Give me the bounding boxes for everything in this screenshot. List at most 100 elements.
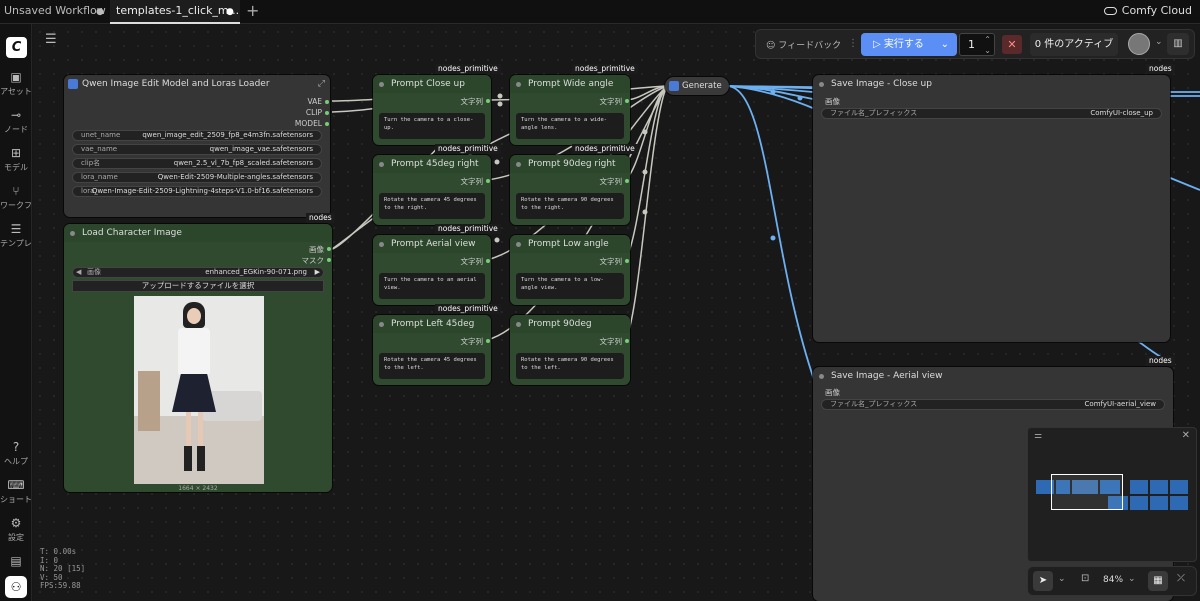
output-mask[interactable]: マスク: [302, 255, 331, 266]
output-image[interactable]: 画像: [309, 244, 331, 255]
load-image-node[interactable]: Load Character Image 画像 マスク ◀ 画像 enhance…: [64, 224, 332, 492]
output-string[interactable]: 文字列: [461, 256, 490, 267]
expand-icon[interactable]: ⤢: [318, 75, 325, 93]
prompt-node-90deg[interactable]: Prompt 90deg 文字列 Rotate the camera 90 de…: [510, 315, 630, 385]
input-image[interactable]: 画像: [825, 96, 840, 107]
tab-templates[interactable]: templates-1_click_m... ●: [110, 0, 240, 24]
node-collapse-icon[interactable]: [516, 82, 521, 87]
prompt-text-input[interactable]: Rotate the camera 45 degrees to the righ…: [379, 193, 485, 219]
prompt-node-close-up[interactable]: Prompt Close up 文字列 Turn the camera to a…: [373, 75, 491, 145]
chevron-down-icon[interactable]: ⌄: [941, 33, 949, 56]
prompt-node-low-angle[interactable]: Prompt Low angle 文字列 Turn the camera to …: [510, 235, 630, 305]
chevron-down-icon[interactable]: ⌄: [1128, 574, 1136, 584]
sidebar-item-settings[interactable]: ⚙ 設定: [0, 516, 32, 543]
node-collapse-icon[interactable]: [379, 162, 384, 167]
prev-arrow-icon[interactable]: ◀: [76, 268, 81, 277]
node-collapse-icon[interactable]: [819, 374, 824, 379]
select-tool-icon[interactable]: ➤: [1033, 571, 1053, 591]
prompt-text-input[interactable]: Rotate the camera 45 degrees to the left…: [379, 353, 485, 379]
sidebar-item-models[interactable]: ⊞ モデル: [0, 146, 32, 173]
widget-clip-name[interactable]: clip名 qwen_2.5_vl_7b_fp8_scaled.safetenso…: [72, 158, 322, 169]
output-model[interactable]: MODEL: [295, 119, 330, 128]
run-button[interactable]: ▷ 実行する ⌄: [861, 33, 957, 56]
output-string[interactable]: 文字列: [461, 96, 490, 107]
queue-button[interactable]: 0 件のアクティブ: [1030, 33, 1118, 56]
save-node-close-up[interactable]: Save Image - Close up 画像 ファイル名_プレフィックス Co…: [813, 75, 1170, 342]
chevron-down-icon[interactable]: ⌄: [1058, 574, 1066, 584]
avatar[interactable]: [1128, 33, 1150, 55]
comfy-cloud-button[interactable]: Comfy Cloud: [1103, 4, 1192, 17]
node-collapse-icon[interactable]: [379, 322, 384, 327]
sidebar-item-help[interactable]: ? ヘルプ: [0, 440, 32, 467]
chevron-down-icon[interactable]: ⌄: [1155, 37, 1163, 47]
generate-node[interactable]: Generate: [665, 77, 729, 95]
input-image[interactable]: 画像: [825, 387, 840, 398]
close-icon[interactable]: ✕: [1182, 430, 1190, 441]
link-toggle-icon[interactable]: ⤫: [1177, 573, 1185, 584]
node-title-text: Save Image - Aerial view: [831, 371, 943, 381]
feedback-button[interactable]: ☺ フィードバック: [766, 38, 841, 51]
loader-node[interactable]: Qwen Image Edit Model and Loras Loader ⤢…: [64, 75, 330, 217]
filename-prefix-widget[interactable]: ファイル名_プレフィックス ComfyUI-close_up: [821, 108, 1162, 119]
node-title: Prompt Low angle: [510, 235, 630, 253]
upload-button[interactable]: アップロードするファイルを選択: [72, 280, 324, 292]
image-select[interactable]: ◀ 画像 enhanced_EGKin-90-071.png ▶: [72, 267, 324, 278]
node-badge: nodes_primitive: [435, 144, 501, 154]
add-tab-button[interactable]: +: [246, 1, 259, 20]
prompt-text-input[interactable]: Turn the camera to an aerial view.: [379, 273, 485, 299]
node-collapse-icon[interactable]: [819, 82, 824, 87]
node-collapse-icon[interactable]: [379, 82, 384, 87]
prompt-text-input[interactable]: Rotate the camera 90 degrees to the righ…: [516, 193, 624, 219]
drag-handle-icon[interactable]: ⋮: [848, 38, 858, 49]
output-string[interactable]: 文字列: [600, 176, 629, 187]
minimap-viewport[interactable]: [1051, 474, 1123, 510]
widget-lora-name[interactable]: lora_name Qwen-Edit-2509-Multiple-angles.…: [72, 172, 322, 183]
prompt-text-input[interactable]: Rotate the camera 90 degrees to the left…: [516, 353, 624, 379]
node-title-text: Qwen Image Edit Model and Loras Loader: [82, 79, 270, 89]
output-string[interactable]: 文字列: [461, 176, 490, 187]
prompt-text-input[interactable]: Turn the camera to a low-angle view.: [516, 273, 624, 299]
run-count-input[interactable]: 1 ⌃ ⌄: [959, 33, 995, 56]
sidebar-item-shortcuts[interactable]: ⌨ ショートカット: [0, 478, 32, 505]
sidebar-item-graph[interactable]: ⚇: [5, 576, 27, 598]
output-string[interactable]: 文字列: [600, 336, 629, 347]
fit-view-icon[interactable]: ⊡: [1081, 573, 1089, 584]
menu-icon[interactable]: ☰: [45, 32, 57, 47]
widget-unet-name[interactable]: unet_name qwen_image_edit_2509_fp8_e4m3fn…: [72, 130, 322, 141]
node-collapse-icon[interactable]: [379, 242, 384, 247]
output-string[interactable]: 文字列: [600, 256, 629, 267]
prompt-text-input[interactable]: Turn the camera to a close-up.: [379, 113, 485, 139]
prompt-text-input[interactable]: Turn the camera to a wide-angle lens.: [516, 113, 624, 139]
next-arrow-icon[interactable]: ▶: [315, 268, 320, 277]
toggle-panel-button[interactable]: ▥: [1167, 33, 1189, 55]
output-string[interactable]: 文字列: [600, 96, 629, 107]
sidebar-item-assets[interactable]: ▣ アセット: [0, 70, 32, 97]
output-clip[interactable]: CLIP: [306, 108, 330, 117]
tab-unsaved-workflow[interactable]: Unsaved Workflow ●: [0, 0, 108, 24]
sidebar-item-workflows[interactable]: ⑂ ワークフロー: [0, 184, 32, 211]
widget-lora-2[interactable]: lora_... Qwen-Image-Edit-2509-Lightning-4…: [72, 186, 322, 197]
prompt-node-aerial-view[interactable]: Prompt Aerial view 文字列 Turn the camera t…: [373, 235, 491, 305]
stop-button[interactable]: ✕: [1002, 35, 1022, 54]
prompt-node-left-45deg[interactable]: Prompt Left 45deg 文字列 Rotate the camera …: [373, 315, 491, 385]
sidebar-item-nodes[interactable]: ⊸ ノード: [0, 108, 32, 135]
map-icon[interactable]: ▦: [1148, 571, 1168, 591]
output-string[interactable]: 文字列: [461, 336, 490, 347]
widget-vae-name[interactable]: vae_name qwen_image_vae.safetensors: [72, 144, 322, 155]
output-vae[interactable]: VAE: [307, 97, 329, 106]
filename-prefix-widget[interactable]: ファイル名_プレフィックス ComfyUI-aerial_view: [821, 399, 1165, 410]
comfy-logo[interactable]: C: [6, 37, 27, 58]
prompt-node-wide-angle[interactable]: Prompt Wide angle 文字列 Turn the camera to…: [510, 75, 630, 145]
node-collapse-icon[interactable]: [516, 322, 521, 327]
settings-sliders-icon[interactable]: ⚌: [1034, 431, 1042, 441]
node-collapse-icon[interactable]: [516, 242, 521, 247]
node-collapse-icon[interactable]: [516, 162, 521, 167]
node-collapse-icon[interactable]: [70, 231, 75, 236]
decrement-icon[interactable]: ⌄: [984, 40, 991, 61]
minimap[interactable]: ⚌ ✕: [1027, 427, 1197, 562]
prompt-node-45deg-right[interactable]: Prompt 45deg right 文字列 Rotate the camera…: [373, 155, 491, 225]
sidebar-item-templates[interactable]: ☰ テンプレート: [0, 222, 32, 249]
prompt-node-90deg-right[interactable]: Prompt 90deg right 文字列 Rotate the camera…: [510, 155, 630, 225]
zoom-level[interactable]: 84%: [1103, 575, 1123, 585]
sidebar-item-layout[interactable]: ▤: [0, 554, 32, 570]
